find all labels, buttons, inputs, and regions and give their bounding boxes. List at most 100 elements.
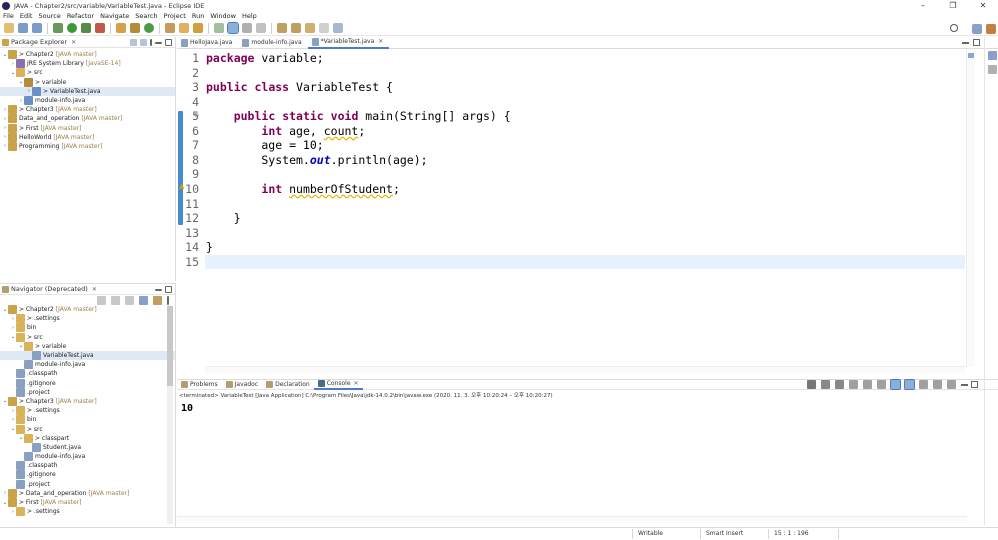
console-horizontal-scrollbar[interactable] — [177, 516, 967, 523]
tree-item[interactable]: › HelloWorld [JAVA master] — [0, 132, 175, 142]
link-with-editor-icon[interactable] — [153, 295, 162, 305]
maximize-console-icon[interactable] — [971, 381, 978, 388]
close-view-icon[interactable]: ✕ — [71, 39, 76, 46]
console-tab[interactable]: Declaration — [262, 380, 314, 390]
pin-console-icon[interactable] — [919, 380, 928, 389]
tree-item[interactable]: .classpath — [0, 461, 175, 471]
tree-item[interactable]: › bin — [0, 415, 175, 425]
clear-console-icon[interactable] — [849, 380, 858, 389]
tree-item[interactable]: ⌄ > src — [0, 68, 175, 78]
tree-item[interactable]: ⌄ > variable — [0, 77, 175, 87]
tree-item[interactable]: ⌄ > Chapter3 [JAVA master] — [0, 396, 175, 406]
mark-occurrences-icon[interactable] — [214, 23, 224, 33]
search-icon[interactable] — [179, 23, 189, 33]
minimize-button[interactable]: – — [908, 0, 938, 11]
tree-item[interactable]: module-info.java — [0, 452, 175, 462]
terminate-icon[interactable] — [807, 380, 816, 389]
view-menu-icon[interactable] — [167, 295, 169, 305]
tree-item[interactable]: ⌄ > src — [0, 424, 175, 434]
maximize-editor-icon[interactable] — [973, 39, 980, 46]
external-tools-icon[interactable] — [95, 23, 105, 33]
java-perspective-icon[interactable] — [986, 24, 996, 34]
save-all-icon[interactable] — [32, 23, 42, 33]
tree-item[interactable]: ⌄ > variable — [0, 341, 175, 351]
tree-item[interactable]: › JRE System Library [JavaSE-14] — [0, 59, 175, 69]
open-console-icon[interactable] — [947, 380, 956, 389]
minimize-view-icon[interactable] — [155, 41, 162, 44]
back-icon[interactable] — [97, 295, 106, 305]
editor-horizontal-scrollbar[interactable] — [205, 366, 965, 373]
close-view-icon[interactable]: ✕ — [92, 286, 97, 293]
word-wrap-icon[interactable] — [877, 380, 886, 389]
outline-icon[interactable] — [988, 51, 997, 60]
back-icon[interactable] — [305, 23, 315, 33]
tree-item[interactable]: › > Chapter3 [JAVA master] — [0, 105, 175, 115]
scroll-lock-icon[interactable] — [863, 380, 872, 389]
tree-item[interactable]: .gitignore — [0, 378, 175, 388]
toggle-highlight-icon[interactable] — [227, 22, 239, 34]
tree-item[interactable]: › bin — [0, 323, 175, 333]
tree-item[interactable]: › Data_and_operation [JAVA master] — [0, 114, 175, 124]
open-type-icon[interactable] — [165, 23, 175, 33]
console-tab[interactable]: Problems — [177, 380, 222, 390]
tree-item[interactable]: › > .settings — [0, 507, 175, 517]
new-icon[interactable] — [4, 23, 14, 33]
navigator-title[interactable]: Navigator (Deprecated) — [11, 285, 88, 293]
tree-item[interactable]: ⌄ > First [JAVA master] — [0, 498, 175, 508]
minimize-console-icon[interactable] — [961, 383, 968, 386]
menu-project[interactable]: Project — [164, 12, 186, 20]
tree-item[interactable]: .project — [0, 387, 175, 397]
menu-help[interactable]: Help — [242, 12, 257, 20]
console-output[interactable]: 10 — [181, 403, 193, 414]
maximize-view-icon[interactable] — [165, 285, 172, 293]
tree-item[interactable]: › > Data_and_operation [JAVA master] — [0, 488, 175, 498]
show-whitespace-icon[interactable] — [256, 23, 266, 33]
tree-item[interactable]: ⌄ > src — [0, 332, 175, 342]
menu-edit[interactable]: Edit — [20, 12, 33, 20]
tree-item[interactable]: › > VariableTest.java — [0, 86, 175, 96]
console-tab[interactable]: Console ✕ — [313, 380, 363, 390]
coverage-icon[interactable] — [81, 23, 91, 33]
block-selection-icon[interactable] — [242, 23, 252, 33]
show-on-output-icon[interactable] — [890, 379, 901, 390]
insert-mode-status[interactable]: Smart Insert — [706, 530, 743, 537]
up-icon[interactable] — [125, 295, 134, 305]
tree-item[interactable]: › module-info.java — [0, 96, 175, 106]
display-console-icon[interactable] — [933, 380, 942, 389]
tree-item[interactable]: › > .settings — [0, 314, 175, 324]
tree-item[interactable]: ⌄ > classpart — [0, 433, 175, 443]
tree-item[interactable]: Student.java — [0, 442, 175, 452]
show-on-error-icon[interactable] — [904, 379, 915, 390]
forward-icon[interactable] — [111, 295, 120, 305]
editor-tab[interactable]: HelloJava.java — [177, 37, 238, 49]
package-explorer-title[interactable]: Package Explorer — [11, 38, 67, 46]
next-annotation-icon[interactable] — [277, 23, 287, 33]
minimize-view-icon[interactable] — [155, 288, 162, 291]
tree-item[interactable]: .gitignore — [0, 470, 175, 480]
tree-item[interactable]: ⌄ > Chapter2 [JAVA master] — [0, 305, 175, 315]
close-button[interactable]: ✕ — [968, 0, 998, 11]
minimize-editor-icon[interactable] — [962, 41, 969, 44]
task-list-icon[interactable] — [988, 65, 997, 74]
new-class-icon[interactable] — [144, 23, 154, 33]
menu-window[interactable]: Window — [210, 12, 236, 20]
debug-icon[interactable] — [53, 23, 63, 33]
new-java-project-icon[interactable] — [116, 23, 126, 33]
run-icon[interactable] — [67, 23, 77, 33]
maximize-view-icon[interactable] — [165, 38, 172, 46]
tree-item[interactable]: .classpath — [0, 369, 175, 379]
view-menu-icon[interactable] — [150, 38, 152, 46]
search-toolbar-icon[interactable] — [950, 24, 958, 32]
remove-all-icon[interactable] — [835, 380, 844, 389]
perspective-icon[interactable] — [972, 24, 982, 34]
editor-tab[interactable]: *VariableTest.java ✕ — [307, 36, 390, 49]
tree-item[interactable]: › Programming [JAVA master] — [0, 141, 175, 151]
code-editor[interactable] — [177, 49, 967, 367]
console-tab[interactable]: Javadoc — [222, 380, 262, 390]
tree-item[interactable]: › > First [JAVA master] — [0, 123, 175, 133]
new-package-icon[interactable] — [130, 23, 140, 33]
menu-run[interactable]: Run — [192, 12, 204, 20]
close-tab-icon[interactable]: ✕ — [354, 380, 359, 387]
editor-tab[interactable]: module-info.java — [238, 37, 307, 49]
tree-item[interactable]: VariableTest.java — [0, 350, 175, 361]
